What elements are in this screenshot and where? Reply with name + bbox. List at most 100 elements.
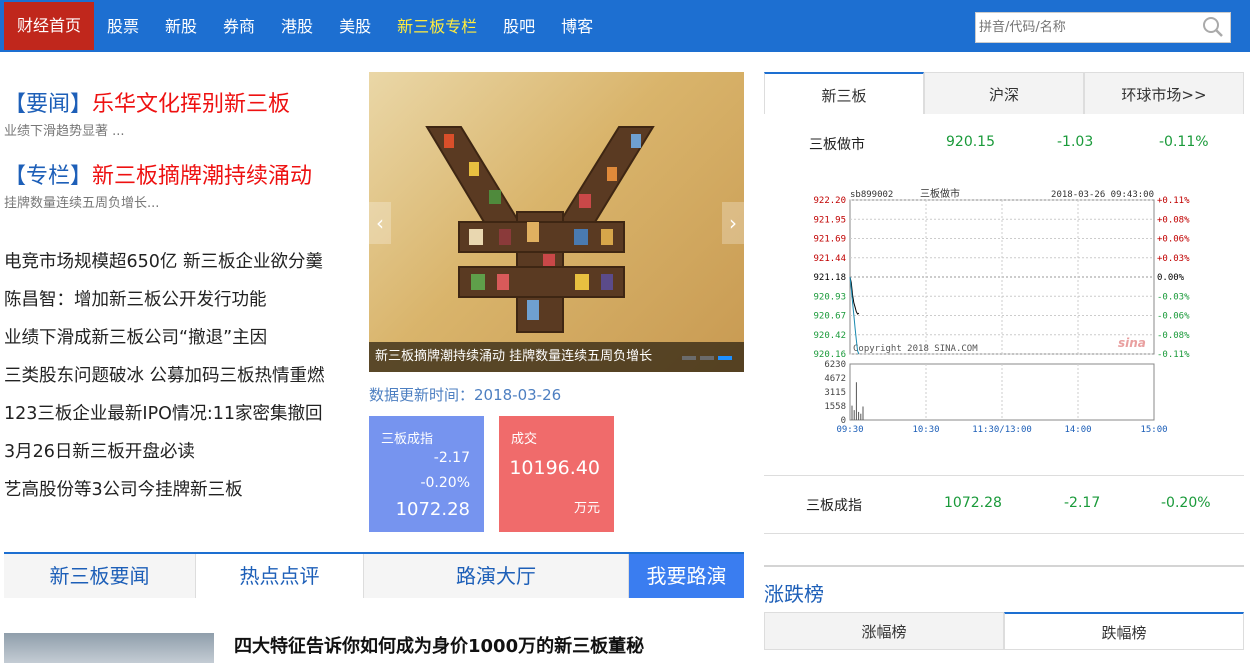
tab-hot-comments[interactable]: 热点点评	[196, 554, 364, 598]
news-item[interactable]: 123三板企业最新IPO情况:11家密集撤回	[4, 398, 325, 436]
search-icon[interactable]	[1202, 16, 1224, 38]
divider	[764, 565, 1244, 567]
quote-price: 1072.28	[944, 495, 1002, 511]
tab-neeq[interactable]: 新三板	[764, 72, 924, 114]
nav-item-hk-stocks[interactable]: 港股	[268, 0, 326, 52]
tab-neeq-news[interactable]: 新三板要闻	[4, 554, 196, 598]
chart-price-tick: 920.93	[813, 292, 846, 302]
news-item[interactable]: 业绩下滑成新三板公司“撤退”主因	[4, 322, 325, 360]
search-box	[975, 12, 1231, 43]
index-card[interactable]: 三板成指 -2.17 -0.20% 1072.28	[369, 416, 484, 532]
banner-dot-active[interactable]	[718, 356, 732, 360]
index-card-value: 1072.28	[395, 499, 470, 520]
chart-datetime: 2018-03-26 09:43:00	[1051, 190, 1154, 200]
headline-2-summary: 挂牌数量连续五周负增长...	[4, 196, 160, 211]
rank-tabs: 涨幅榜 跌幅榜	[764, 612, 1244, 654]
market-tabs: 新三板 沪深 环球市场>>	[764, 72, 1244, 114]
headline-2[interactable]: 【专栏】新三板摘牌潮持续涌动	[4, 158, 312, 190]
chart-name: 三板做市	[920, 187, 960, 200]
yuan-sign-image	[425, 126, 655, 333]
chart-price-tick: 921.44	[813, 254, 846, 264]
top-nav: 财经首页 股票 新股 券商 港股 美股 新三板专栏 股吧 博客	[0, 0, 1250, 52]
chart-price-tick: 921.95	[813, 215, 846, 225]
nav-item-blog[interactable]: 博客	[548, 0, 606, 52]
apply-roadshow-button[interactable]: 我要路演	[629, 554, 744, 598]
headline-1-tag: 【要闻】	[4, 92, 93, 117]
quote-change: -1.03	[1057, 134, 1094, 150]
news-item[interactable]: 三类股东问题破冰 公募加码三板热情重燃	[4, 360, 325, 398]
quote-price: 920.15	[946, 134, 995, 150]
headline-1-title[interactable]: 乐华文化挥别新三板	[92, 92, 290, 117]
chart-volume-tick: 0	[841, 416, 846, 426]
article-thumbnail[interactable]	[4, 633, 214, 663]
rank-title: 涨跌榜	[764, 582, 824, 606]
data-update-time: 数据更新时间：2018-03-26	[369, 386, 562, 404]
index-card-pct: -0.20%	[420, 475, 470, 491]
banner-next-arrow[interactable]: ›	[722, 202, 744, 244]
nav-item-stocks[interactable]: 股票	[94, 0, 152, 52]
tab-losers[interactable]: 跌幅榜	[1004, 612, 1244, 650]
chart-pct-tick: +0.06%	[1157, 235, 1190, 245]
news-item[interactable]: 3月26日新三板开盘必读	[4, 436, 325, 474]
nav-item-forum[interactable]: 股吧	[490, 0, 548, 52]
chart-pct-tick: -0.08%	[1157, 331, 1190, 341]
intraday-chart[interactable]: 922.20 +0.11% 921.95 +0.08% 921.69 +0.06% 921.…	[800, 184, 1200, 440]
chart-volume-tick: 4672	[824, 374, 846, 384]
news-tabs: 新三板要闻 热点点评 路演大厅 我要路演	[4, 552, 744, 598]
volume-card[interactable]: 成交 10196.40 万元	[499, 416, 614, 532]
quote-row-composite[interactable]: 三板成指 1072.28 -2.17 -0.20%	[764, 495, 1244, 525]
chart-time-tick: 15:00	[1140, 425, 1167, 435]
headline-2-title[interactable]: 新三板摘牌潮持续涌动	[92, 164, 312, 189]
banner-slideshow[interactable]: ‹ › 新三板摘牌潮持续涌动 挂牌数量连续五周负增长	[369, 72, 744, 372]
news-item[interactable]: 陈昌智：增加新三板公开发行功能	[4, 284, 325, 322]
chart-time-tick: 11:30/13:00	[972, 425, 1032, 435]
index-card-title: 三板成指	[381, 432, 434, 447]
article-title[interactable]: 四大特征告诉你如何成为身价1000万的新三板董秘	[234, 632, 644, 658]
chart-price-tick: 920.42	[813, 331, 846, 341]
tab-sh-sz[interactable]: 沪深	[924, 72, 1084, 114]
nav-home-link[interactable]: 财经首页	[4, 2, 94, 50]
tab-gainers[interactable]: 涨幅榜	[764, 612, 1004, 650]
banner-dot[interactable]	[700, 356, 714, 360]
tab-global-markets[interactable]: 环球市场>>	[1084, 72, 1244, 114]
search-input[interactable]	[976, 13, 1196, 42]
nav-item-brokers[interactable]: 券商	[210, 0, 268, 52]
chart-pct-tick: +0.03%	[1157, 254, 1190, 264]
tab-roadshow-hall[interactable]: 路演大厅	[364, 554, 629, 598]
chart-time-tick: 14:00	[1064, 425, 1091, 435]
quote-row-market-making[interactable]: 三板做市 920.15 -1.03 -0.11%	[764, 134, 1244, 164]
chart-pct-tick: -0.11%	[1157, 350, 1190, 360]
divider	[764, 475, 1244, 476]
quote-name: 三板成指	[806, 498, 862, 514]
nav-item-neeq-column[interactable]: 新三板专栏	[384, 0, 490, 52]
news-item[interactable]: 艺高股份等3公司今挂牌新三板	[4, 474, 325, 512]
chart-price-tick: 920.67	[813, 312, 846, 322]
chart-volume-tick: 6230	[824, 360, 846, 370]
chart-price-tick: 921.69	[813, 235, 846, 245]
banner-prev-arrow[interactable]: ‹	[369, 202, 391, 244]
news-list: 电竞市场规模超650亿 新三板企业欲分羹 陈昌智：增加新三板公开发行功能 业绩下…	[4, 246, 325, 512]
chart-code: sb899002	[850, 190, 893, 200]
chart-time-tick: 09:30	[836, 425, 863, 435]
nav-items: 股票 新股 券商 港股 美股 新三板专栏 股吧 博客	[94, 0, 606, 52]
chart-volume-tick: 3115	[824, 388, 846, 398]
banner-dot[interactable]	[682, 356, 696, 360]
nav-item-us-stocks[interactable]: 美股	[326, 0, 384, 52]
chart-pct-tick: 0.00%	[1157, 273, 1185, 283]
quote-change: -2.17	[1064, 495, 1101, 511]
headline-1-summary: 业绩下滑趋势显著 ...	[4, 124, 125, 139]
headline-1[interactable]: 【要闻】乐华文化挥别新三板	[4, 86, 290, 118]
chart-pct-tick: +0.11%	[1157, 196, 1190, 206]
quote-pct: -0.20%	[1161, 495, 1211, 511]
news-item[interactable]: 电竞市场规模超650亿 新三板企业欲分羹	[4, 246, 325, 284]
chart-price-tick: 920.16	[813, 350, 846, 360]
nav-item-ipo[interactable]: 新股	[152, 0, 210, 52]
chart-pct-tick: -0.03%	[1157, 292, 1190, 302]
headline-2-tag: 【专栏】	[4, 164, 93, 189]
chart-time-tick: 10:30	[912, 425, 939, 435]
divider	[764, 533, 1244, 534]
chart-watermark: sina	[1118, 336, 1146, 350]
volume-card-value: 10196.40	[509, 457, 600, 479]
index-card-change: -2.17	[433, 450, 470, 466]
chart-price-tick: 922.20	[813, 196, 846, 206]
